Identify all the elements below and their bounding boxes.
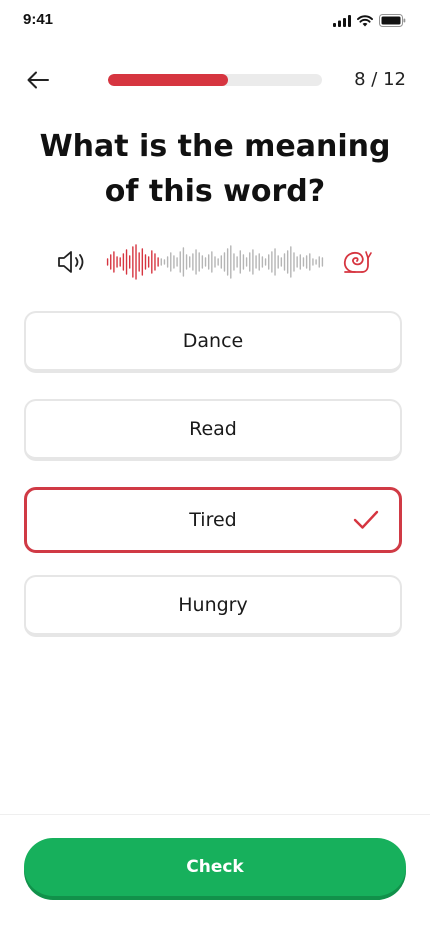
option-hungry[interactable]: Hungry bbox=[24, 575, 402, 637]
option-dance[interactable]: Dance bbox=[24, 311, 402, 373]
progress-count: 8 / 12 bbox=[354, 69, 406, 90]
header: 8 / 12 bbox=[0, 60, 430, 100]
slow-audio-button[interactable] bbox=[342, 248, 374, 278]
option-label: Dance bbox=[182, 330, 244, 352]
battery-icon bbox=[379, 14, 406, 27]
waveform-icon[interactable] bbox=[106, 242, 324, 282]
option-label: Tired bbox=[189, 509, 237, 531]
option-tired[interactable]: Tired bbox=[24, 487, 402, 553]
arrow-left-icon bbox=[27, 71, 49, 89]
wifi-icon bbox=[357, 14, 373, 26]
status-time: 9:41 bbox=[23, 11, 54, 28]
check-button[interactable]: Check bbox=[24, 838, 406, 896]
signal-icon bbox=[333, 14, 351, 27]
status-bar: 9:41 bbox=[0, 0, 430, 44]
option-label: Read bbox=[189, 418, 237, 440]
progress-fill bbox=[108, 74, 229, 86]
back-button[interactable] bbox=[24, 68, 52, 92]
audio-player bbox=[0, 240, 430, 284]
bottom-divider bbox=[0, 814, 430, 815]
option-read[interactable]: Read bbox=[24, 399, 402, 461]
snail-icon bbox=[343, 251, 372, 273]
question-title: What is the meaning of this word? bbox=[39, 129, 391, 209]
check-icon bbox=[353, 510, 379, 529]
play-audio-button[interactable] bbox=[56, 248, 90, 276]
progress-bar bbox=[108, 74, 322, 86]
option-label: Hungry bbox=[178, 594, 248, 616]
status-icons bbox=[333, 14, 406, 27]
speaker-icon bbox=[58, 251, 84, 273]
